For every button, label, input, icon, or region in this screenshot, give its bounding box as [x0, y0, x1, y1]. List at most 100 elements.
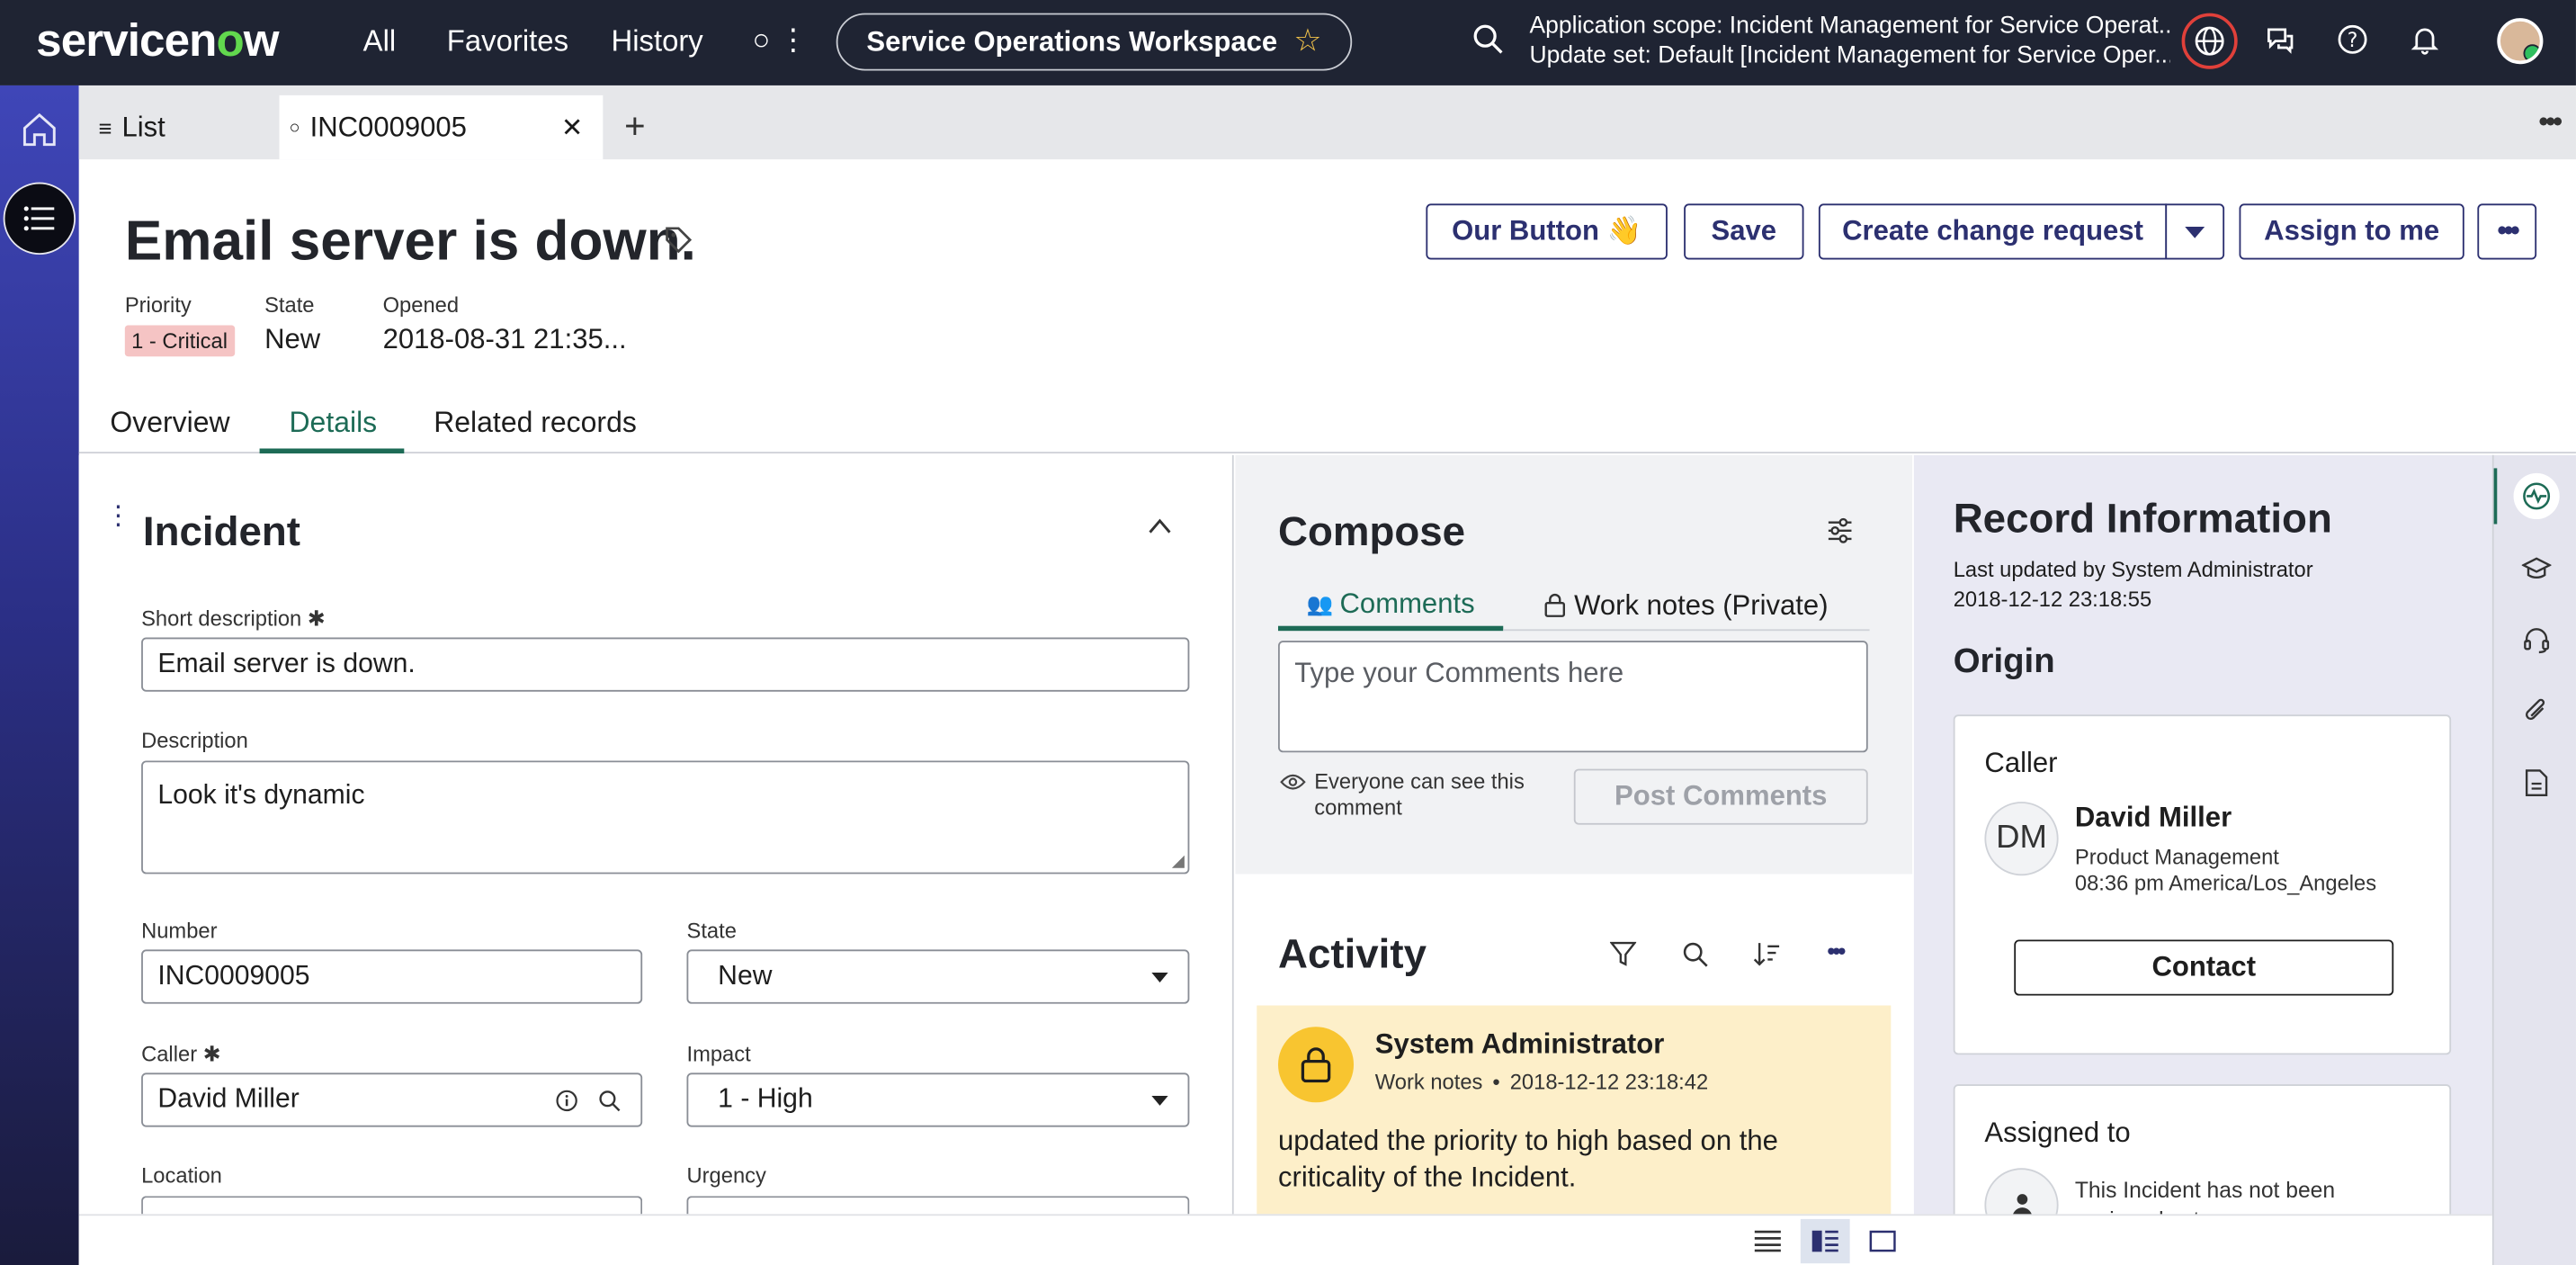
tab-work-notes[interactable]: Work notes (Private): [1503, 581, 1870, 632]
resize-handle-icon[interactable]: ◢: [1172, 853, 1185, 871]
chat-icon[interactable]: [2264, 23, 2300, 59]
record-information-panel: Record Information Last updated by Syste…: [1913, 454, 2492, 1265]
servicenow-logo[interactable]: servicenow: [36, 14, 280, 67]
logo-text-o: o: [216, 14, 244, 67]
entry-author: System Administrator: [1374, 1028, 1665, 1060]
document-icon[interactable]: [2525, 769, 2548, 797]
caller-name[interactable]: David Miller: [2075, 802, 2232, 835]
collapse-chevron-icon[interactable]: [1147, 516, 1173, 535]
application-scope-text: Application scope: Incident Management f…: [1529, 13, 2170, 40]
caller-initials: DM: [1996, 820, 2047, 857]
tab-comments-label: Comments: [1339, 587, 1475, 619]
star-icon[interactable]: ☆: [1293, 23, 1321, 61]
people-icon: 👥: [1306, 590, 1334, 615]
globe-icon[interactable]: [2181, 13, 2238, 69]
info-icon[interactable]: [555, 1090, 578, 1113]
tab-overflow-icon[interactable]: •••: [2538, 105, 2563, 139]
contact-button[interactable]: Contact: [2014, 939, 2394, 996]
logo-text-end: w: [243, 14, 280, 67]
add-tab-icon[interactable]: +: [624, 105, 645, 148]
our-button[interactable]: Our Button 👋: [1426, 203, 1668, 260]
entry-meta: Work notes • 2018-12-12 23:18:42: [1375, 1070, 1708, 1094]
create-change-dropdown-button[interactable]: [2165, 203, 2225, 260]
paperclip-icon[interactable]: [2524, 696, 2550, 726]
tab-list[interactable]: ≡ List: [99, 95, 165, 159]
compose-settings-icon[interactable]: [1827, 517, 1853, 543]
comments-placeholder: Type your Comments here: [1294, 657, 1624, 689]
tab-overview[interactable]: Overview: [110, 406, 229, 440]
sort-icon[interactable]: [1753, 941, 1781, 967]
tab-comments[interactable]: 👥 Comments: [1278, 581, 1504, 632]
lock-avatar-icon: [1301, 1047, 1331, 1083]
lookup-search-icon[interactable]: [598, 1090, 622, 1113]
location-input[interactable]: [141, 1196, 643, 1215]
application-scope-info[interactable]: Application scope: Incident Management f…: [1529, 12, 2169, 71]
comments-textarea[interactable]: Type your Comments here: [1278, 641, 1868, 753]
create-change-request-button[interactable]: Create change request: [1818, 203, 2168, 260]
caller-label: Caller ✱: [141, 1041, 221, 1067]
update-set-text: Update set: Default [Incident Management…: [1529, 42, 2170, 69]
post-comments-button[interactable]: Post Comments: [1573, 768, 1868, 825]
state-field-label: State: [686, 918, 737, 944]
nav-more-menu[interactable]: ○ ⋮: [753, 23, 809, 58]
origin-title: Origin: [1953, 641, 2055, 680]
headset-icon[interactable]: [2522, 626, 2552, 656]
filter-icon[interactable]: [1609, 941, 1637, 967]
urgency-select[interactable]: [686, 1196, 1190, 1215]
search-icon[interactable]: [1472, 23, 1508, 59]
record-info-title: Record Information: [1953, 496, 2332, 543]
number-label: Number: [141, 918, 218, 944]
impact-select-value: 1 - High: [718, 1084, 813, 1115]
layout-single-icon[interactable]: [1869, 1230, 1896, 1252]
compose-title: Compose: [1278, 509, 1466, 556]
layout-list-icon[interactable]: [1754, 1230, 1781, 1252]
caller-input[interactable]: David Miller: [141, 1072, 643, 1127]
layout-split-icon[interactable]: [1800, 1218, 1850, 1264]
entry-text: updated the priority to high based on th…: [1278, 1124, 1778, 1196]
caret-down-icon: [1151, 1095, 1168, 1106]
activity-search-icon[interactable]: [1682, 941, 1708, 967]
tab-record-label: INC0009005: [309, 111, 467, 142]
more-actions-button[interactable]: •••: [2477, 203, 2537, 260]
description-text: Look it's dynamic: [157, 780, 365, 811]
state-select-value: New: [718, 961, 773, 991]
close-icon[interactable]: ✕: [561, 111, 583, 144]
layout-toggle-bar: [78, 1214, 2492, 1265]
home-icon[interactable]: [20, 110, 59, 149]
workspace-pill[interactable]: Service Operations Workspace ☆: [836, 13, 1353, 71]
state-select[interactable]: New: [686, 949, 1190, 1004]
entry-time: 2018-12-12 23:18:42: [1509, 1069, 1709, 1095]
last-updated: Last updated by System Administrator 201…: [1954, 555, 2313, 615]
visibility-note: Everyone can see this comment: [1314, 769, 1525, 821]
description-textarea[interactable]: Look it's dynamic ◢: [141, 760, 1190, 875]
save-button[interactable]: Save: [1684, 203, 1804, 260]
opened-label: Opened: [382, 292, 460, 318]
tab-bar: ≡ List ○ INC0009005 ✕ + •••: [78, 85, 2576, 160]
impact-select[interactable]: 1 - High: [686, 1072, 1190, 1127]
tab-details[interactable]: Details: [289, 406, 377, 440]
tab-related-records[interactable]: Related records: [434, 406, 637, 440]
nav-all[interactable]: All: [363, 24, 397, 58]
assign-to-me-button[interactable]: Assign to me: [2239, 203, 2464, 260]
list-icon[interactable]: [3, 182, 76, 256]
priority-badge: 1 - Critical: [124, 325, 235, 357]
tab-incident-record[interactable]: ○ INC0009005 ✕: [279, 94, 604, 160]
section-drag-handle-icon[interactable]: ⋮: [105, 504, 131, 530]
unsaved-circle-icon: ○: [289, 117, 300, 138]
nav-history[interactable]: History: [611, 24, 702, 58]
record-info-rail-icon[interactable]: [2513, 472, 2560, 520]
number-input[interactable]: INC0009005: [141, 949, 643, 1004]
short-description-input[interactable]: Email server is down.: [141, 637, 1190, 692]
user-avatar[interactable]: [2497, 18, 2544, 65]
last-updated-at: 2018-12-12 23:18:55: [1953, 586, 2152, 612]
activity-more-icon[interactable]: •••: [1827, 938, 1846, 966]
tag-icon[interactable]: [664, 225, 693, 255]
record-section-tabs: Overview Details Related records: [78, 390, 2576, 453]
caller-heading: Caller: [1984, 747, 2058, 779]
bell-icon[interactable]: [2409, 23, 2445, 59]
activity-panel: Activity ••• System Administrator Work n…: [1235, 875, 1913, 1215]
nav-favorites[interactable]: Favorites: [447, 24, 568, 58]
graduation-cap-icon[interactable]: [2521, 555, 2552, 581]
caller-department: Product Management: [2074, 844, 2279, 869]
help-icon[interactable]: ?: [2336, 23, 2372, 59]
